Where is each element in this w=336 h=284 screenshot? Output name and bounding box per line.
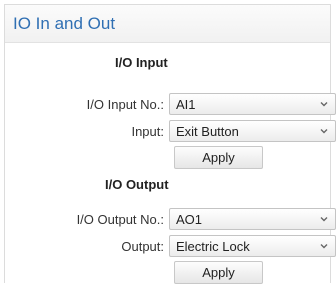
io-input-select[interactable]: Exit Button: [169, 120, 336, 142]
chevron-down-icon: [320, 129, 328, 134]
panel-header: IO In and Out: [5, 5, 330, 43]
io-output-value: Electric Lock: [176, 239, 250, 254]
chevron-down-icon: [320, 217, 328, 222]
io-output-no-select[interactable]: AO1: [169, 208, 336, 230]
io-output-section-title: I/O Output: [105, 177, 169, 192]
chevron-down-icon: [320, 244, 328, 249]
io-output-no-value: AO1: [176, 212, 203, 227]
io-in-and-out-panel: IO In and Out I/O Input I/O Input No.: A…: [4, 4, 336, 284]
chevron-down-icon: [320, 102, 328, 107]
io-output-select[interactable]: Electric Lock: [169, 235, 336, 257]
io-output-no-label: I/O Output No.:: [76, 212, 164, 227]
io-input-section-title: I/O Input: [115, 55, 168, 70]
io-input-apply-button[interactable]: Apply: [174, 146, 263, 169]
io-input-no-label: I/O Input No.:: [86, 97, 164, 112]
io-input-no-value: AI1: [176, 97, 196, 112]
io-output-label: Output:: [121, 239, 164, 254]
io-input-no-select[interactable]: AI1: [169, 93, 336, 115]
io-output-apply-button[interactable]: Apply: [174, 261, 263, 284]
panel-title: IO In and Out: [13, 14, 116, 33]
io-input-value: Exit Button: [176, 124, 239, 139]
io-input-label: Input:: [131, 124, 164, 139]
